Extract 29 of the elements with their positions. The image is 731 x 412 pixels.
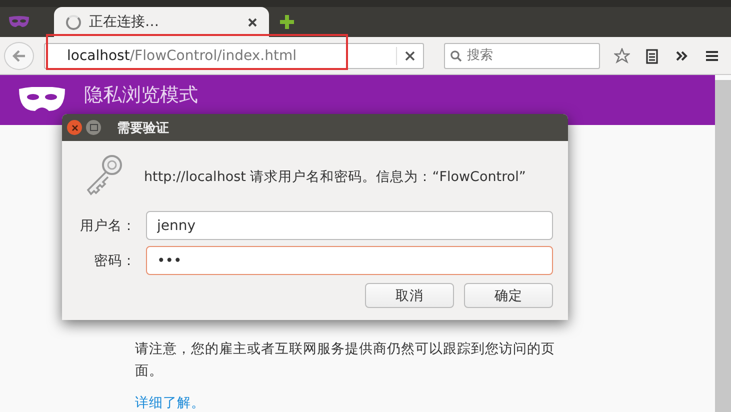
cancel-button[interactable]: 取消 <box>365 283 454 308</box>
banner-title: 隐私浏览模式 <box>84 83 198 108</box>
clear-icon[interactable] <box>396 46 415 65</box>
mask-icon <box>18 87 66 113</box>
browser-tab[interactable]: 正在连接… <box>54 7 269 38</box>
url-text: localhost/FlowControl/index.html <box>67 48 298 64</box>
field-label: 密码： <box>93 252 136 270</box>
tab-title: 正在连接… <box>89 13 160 32</box>
close-icon <box>72 124 78 130</box>
new-tab-icon[interactable] <box>279 14 295 30</box>
learn-more-link[interactable]: 详细了解。 <box>135 394 205 412</box>
loading-spinner-icon <box>66 14 81 30</box>
username-field[interactable]: jenny <box>146 211 553 240</box>
address-field[interactable]: localhost/FlowControl/index.html <box>44 42 424 69</box>
back-arrow-icon <box>12 50 26 62</box>
field-label: 用户名： <box>79 216 136 234</box>
close-button[interactable] <box>67 120 82 135</box>
close-icon[interactable] <box>248 18 257 27</box>
maximize-button[interactable] <box>86 120 101 135</box>
back-button[interactable] <box>4 42 34 70</box>
scrollbar[interactable] <box>715 80 731 412</box>
star-icon[interactable] <box>614 48 630 64</box>
ok-button[interactable]: 确定 <box>464 283 553 308</box>
notice-text: 请注意，您的雇主或者互联网服务提供商仍然可以跟踪到您访问的页面。 <box>135 340 556 381</box>
dialog-message: http://localhost 请求用户名和密码。信息为：“FlowControl” <box>144 168 526 186</box>
password-field[interactable]: ••• <box>146 246 553 275</box>
search-field[interactable]: 搜索 <box>444 42 600 69</box>
mask-icon <box>8 16 30 28</box>
dialog-title: 需要验证 <box>117 120 169 136</box>
